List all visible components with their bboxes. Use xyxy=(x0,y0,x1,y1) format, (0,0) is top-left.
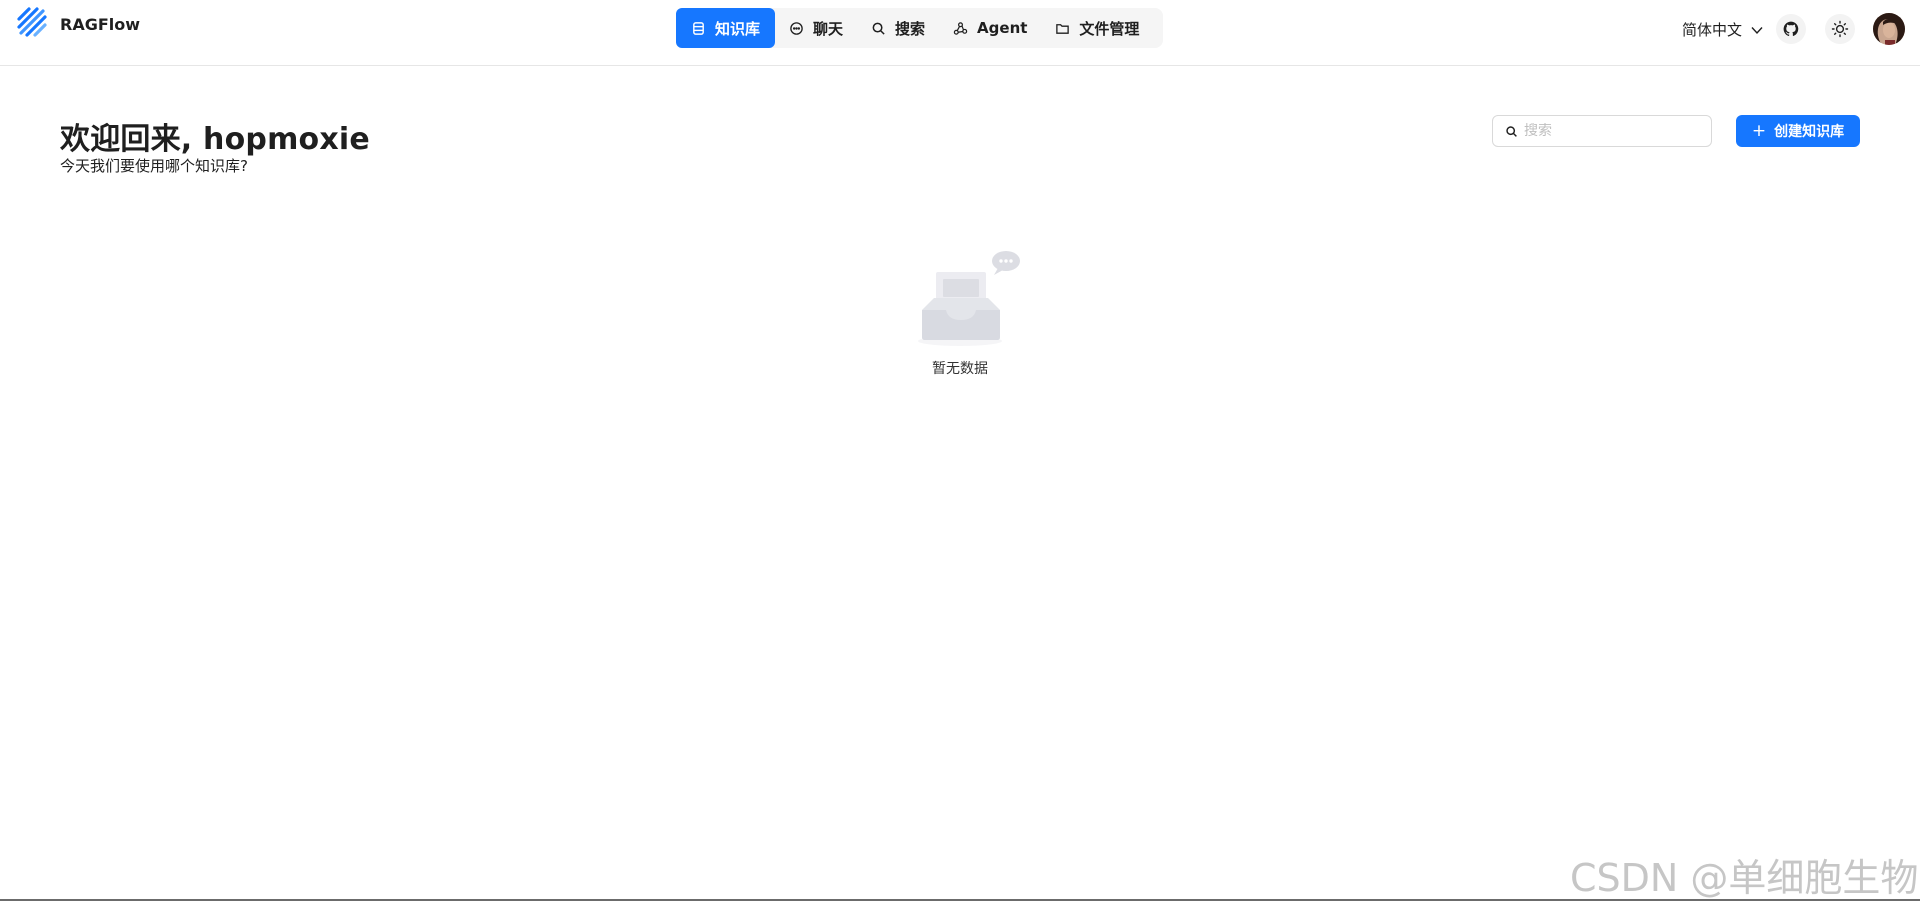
avatar-image xyxy=(1873,13,1905,45)
knowledge-search-field[interactable] xyxy=(1492,115,1712,147)
theme-toggle-button[interactable] xyxy=(1825,14,1855,44)
ragflow-logo-icon[interactable] xyxy=(16,6,50,40)
nav-tab-label: 聊天 xyxy=(813,19,844,38)
database-icon xyxy=(693,21,704,35)
app-name[interactable]: RAGFlow xyxy=(60,15,140,34)
nav-tab-agent[interactable]: Agent xyxy=(939,8,1041,48)
search-icon xyxy=(1506,125,1517,137)
create-knowledge-base-button[interactable]: + 创建知识库 xyxy=(1736,115,1860,147)
search-icon xyxy=(872,22,885,35)
knowledge-search-input[interactable] xyxy=(1524,123,1704,139)
sun-icon xyxy=(1831,20,1849,38)
nav-tab-search[interactable]: 搜索 xyxy=(857,8,939,48)
empty-inbox-icon xyxy=(918,251,1020,346)
language-select[interactable]: 简体中文 xyxy=(1682,19,1764,40)
nav-tab-chat[interactable]: 聊天 xyxy=(775,8,857,48)
nav-tab-file-management[interactable]: 文件管理 xyxy=(1041,8,1153,48)
welcome-heading: 欢迎回来, hopmoxie xyxy=(60,122,370,157)
nav-tab-knowledge-base[interactable]: 知识库 xyxy=(676,8,776,48)
agent-graph-icon xyxy=(953,21,968,35)
nav-tab-label: 知识库 xyxy=(715,19,761,38)
top-bar: RAGFlow 知识库 聊天 搜索 Agent 文件管理 简体中文 xyxy=(0,0,1920,66)
nav-tab-label: Agent xyxy=(977,19,1028,37)
empty-state-text: 暂无数据 xyxy=(932,361,988,377)
user-avatar[interactable] xyxy=(1873,13,1905,45)
main-nav: 知识库 聊天 搜索 Agent 文件管理 xyxy=(676,8,1164,48)
folder-icon xyxy=(1056,23,1070,34)
github-icon xyxy=(1783,21,1799,37)
chat-bubble-icon xyxy=(790,21,803,35)
welcome-subtitle: 今天我们要使用哪个知识库? xyxy=(60,157,248,175)
plus-icon: + xyxy=(1751,120,1767,141)
language-label: 简体中文 xyxy=(1682,21,1743,39)
create-button-label: 创建知识库 xyxy=(1774,124,1845,140)
github-button[interactable] xyxy=(1776,14,1806,44)
nav-tab-label: 文件管理 xyxy=(1079,19,1140,38)
nav-tab-label: 搜索 xyxy=(895,19,926,38)
chevron-down-icon xyxy=(1751,26,1763,34)
watermark: CSDN @单细胞生物z xyxy=(1570,856,1920,900)
